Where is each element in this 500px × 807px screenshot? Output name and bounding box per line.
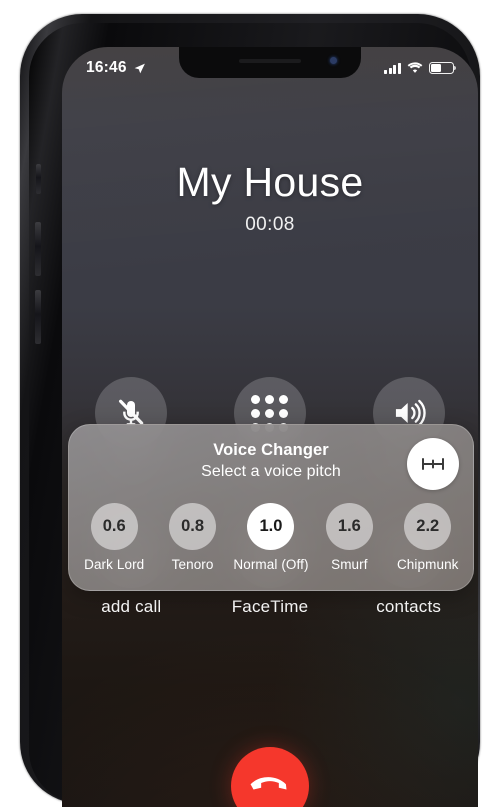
voice-pitch-value[interactable]: 0.6 bbox=[90, 503, 138, 550]
voice-pitch-name: Chipmunk bbox=[396, 557, 459, 572]
status-bar-right bbox=[384, 62, 457, 74]
contacts-label: contacts bbox=[376, 597, 442, 616]
voice-pitch-name: Dark Lord bbox=[84, 557, 145, 572]
phone-device-frame: 16:46 My House 00:08 add call FaceTime c… bbox=[20, 14, 480, 807]
battery-icon bbox=[429, 62, 457, 74]
call-header: My House 00:08 bbox=[62, 159, 478, 236]
voice-pitch-options: 0.6 Dark Lord 0.8 Tenoro 1.0 Normal (Off… bbox=[69, 503, 473, 572]
mute-switch-button[interactable] bbox=[36, 164, 41, 194]
end-call-handset-icon bbox=[250, 777, 287, 790]
voice-pitch-option-dark-lord[interactable]: 0.6 Dark Lord bbox=[77, 503, 151, 572]
call-duration: 00:08 bbox=[245, 214, 295, 235]
location-arrow-icon bbox=[134, 63, 145, 73]
voice-pitch-option-chipmunk[interactable]: 2.2 Chipmunk bbox=[391, 503, 465, 572]
voice-pitch-name: Smurf bbox=[331, 557, 368, 572]
end-call-button[interactable] bbox=[231, 747, 309, 807]
status-bar-left: 16:46 bbox=[86, 59, 146, 77]
voice-pitch-name: Normal (Off) bbox=[233, 557, 309, 572]
voice-pitch-value[interactable]: 0.8 bbox=[169, 503, 217, 550]
facetime-label: FaceTime bbox=[231, 597, 309, 616]
front-camera-icon bbox=[330, 57, 337, 64]
screenshot-stage: 16:46 My House 00:08 add call FaceTime c… bbox=[0, 0, 500, 807]
voice-pitch-value[interactable]: 1.6 bbox=[325, 503, 373, 550]
cellular-signal-icon bbox=[384, 62, 401, 74]
voice-pitch-slider-button[interactable] bbox=[407, 438, 459, 490]
add-call-label: add call bbox=[101, 597, 162, 616]
voice-pitch-option-tenoro[interactable]: 0.8 Tenoro bbox=[156, 503, 230, 572]
voice-pitch-name: Tenoro bbox=[171, 557, 214, 572]
volume-up-button[interactable] bbox=[35, 222, 41, 276]
caller-name: My House bbox=[176, 159, 364, 205]
voice-pitch-option-smurf[interactable]: 1.6 Smurf bbox=[312, 503, 386, 572]
voice-pitch-value[interactable]: 2.2 bbox=[404, 503, 452, 550]
voice-pitch-value[interactable]: 1.0 bbox=[247, 503, 295, 550]
status-bar-time: 16:46 bbox=[86, 59, 127, 76]
voice-changer-panel: Voice Changer Select a voice pitch 0.6 D… bbox=[68, 424, 474, 591]
voice-pitch-option-normal[interactable]: 1.0 Normal (Off) bbox=[233, 503, 309, 572]
phone-screen: 16:46 My House 00:08 add call FaceTime c… bbox=[62, 47, 478, 807]
earpiece-speaker-icon bbox=[239, 59, 301, 63]
volume-down-button[interactable] bbox=[35, 290, 41, 344]
wifi-icon bbox=[407, 62, 423, 73]
device-notch bbox=[179, 47, 361, 78]
slider-handle-icon bbox=[422, 458, 444, 470]
